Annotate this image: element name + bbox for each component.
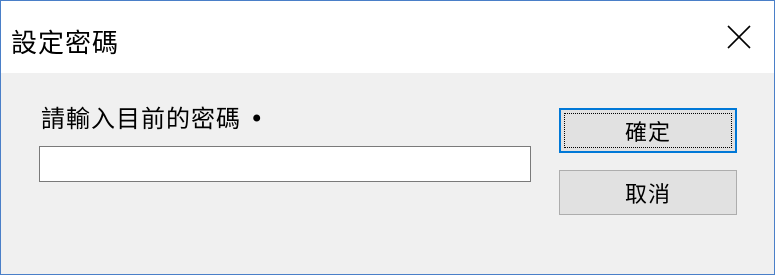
dialog-body: 請輸入目前的密碼 • 確定 取消 bbox=[1, 73, 774, 274]
title-bar[interactable]: 設定密碼 bbox=[1, 1, 774, 73]
close-icon bbox=[727, 25, 751, 49]
window-title: 設定密碼 bbox=[11, 29, 120, 59]
cancel-button-label: 取消 bbox=[624, 182, 671, 208]
password-prompt-label: 請輸入目前的密碼 • bbox=[41, 105, 265, 133]
ok-button-label: 確定 bbox=[624, 120, 671, 146]
current-password-field[interactable] bbox=[39, 146, 531, 182]
ok-button[interactable]: 確定 bbox=[559, 108, 737, 153]
dialog-window: 設定密碼 請輸入目前的密碼 • 確定 取消 bbox=[0, 0, 775, 275]
cancel-button[interactable]: 取消 bbox=[559, 170, 737, 215]
close-button[interactable] bbox=[704, 1, 774, 73]
